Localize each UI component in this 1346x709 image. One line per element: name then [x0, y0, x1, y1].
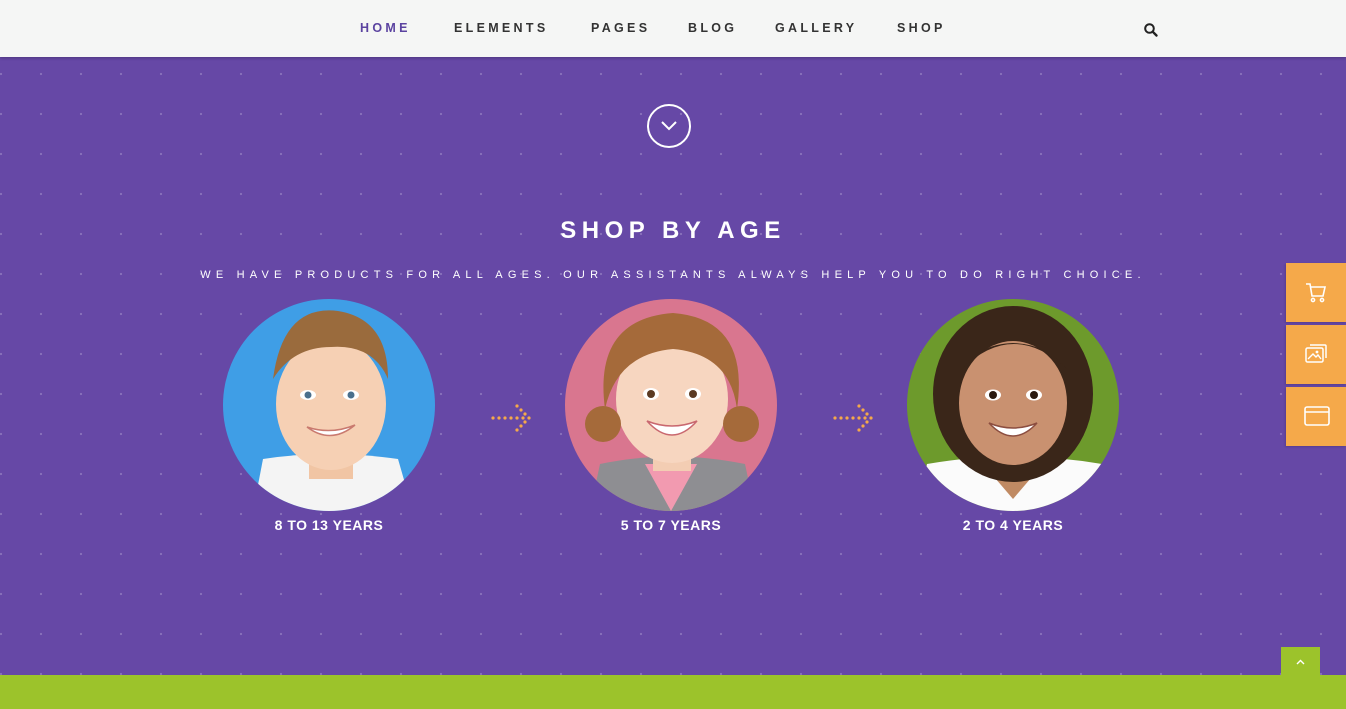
scroll-down-button[interactable]: [647, 104, 691, 148]
chevron-down-icon: [661, 121, 677, 131]
age-card-8-13[interactable]: 8 TO 13 YEARS: [223, 299, 435, 533]
browser-window-icon: [1304, 406, 1330, 426]
child-photo-girl-pink: [565, 299, 777, 511]
nav-item-gallery[interactable]: GALLERY: [775, 21, 857, 35]
cart-icon: [1306, 283, 1326, 303]
age-card-2-4[interactable]: 2 TO 4 YEARS: [907, 299, 1119, 533]
age-label: 5 TO 7 YEARS: [620, 517, 722, 533]
age-label: 8 TO 13 YEARS: [274, 517, 384, 533]
section-subtitle: WE HAVE PRODUCTS FOR ALL AGES. OUR ASSIS…: [200, 269, 1146, 281]
dotted-arrow-icon: [833, 404, 873, 432]
gallery-icon: [1305, 344, 1327, 363]
nav-item-home[interactable]: HOME: [360, 21, 411, 35]
child-photo-girl-green: [907, 299, 1119, 511]
search-button[interactable]: [1143, 22, 1159, 38]
age-label: 2 TO 4 YEARS: [962, 517, 1064, 533]
side-tab-cart[interactable]: [1286, 263, 1346, 322]
side-tab-browser[interactable]: [1286, 387, 1346, 446]
top-navigation-bar: HOME ELEMENTS PAGES BLOG GALLERY SHOP: [0, 0, 1346, 57]
search-icon: [1144, 23, 1158, 37]
side-tab-gallery[interactable]: [1286, 325, 1346, 384]
child-photo-boy: [223, 299, 435, 511]
nav-item-shop[interactable]: SHOP: [897, 21, 946, 35]
section-title: SHOP BY AGE: [560, 217, 786, 244]
back-to-top-button[interactable]: [1281, 647, 1320, 675]
chevron-up-icon: [1296, 659, 1305, 665]
footer-strip: [0, 675, 1346, 709]
nav-item-elements[interactable]: ELEMENTS: [454, 21, 548, 35]
nav-item-pages[interactable]: PAGES: [591, 21, 650, 35]
dotted-arrow-icon: [491, 404, 531, 432]
nav-item-blog[interactable]: BLOG: [688, 21, 737, 35]
age-card-5-7[interactable]: 5 TO 7 YEARS: [565, 299, 777, 533]
